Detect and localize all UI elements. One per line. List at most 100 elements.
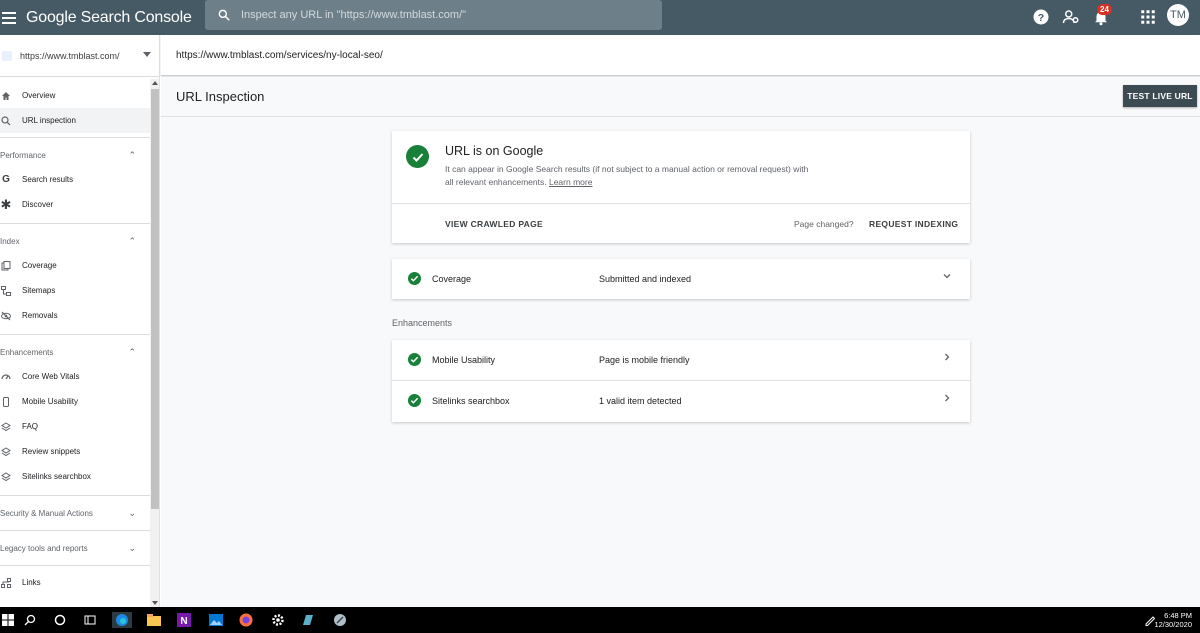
sidebar-scrollbar[interactable] [150, 79, 159, 607]
status-card-actions: VIEW CRAWLED PAGE Page changed? REQUEST … [392, 203, 970, 243]
apps-grid-icon[interactable] [1139, 8, 1157, 26]
sidebar-item-label: URL inspection [22, 116, 76, 125]
status-title: URL is on Google [445, 144, 544, 158]
enhancement-value: 1 valid item detected [599, 396, 682, 406]
links-icon [1, 577, 11, 588]
layers-icon [1, 421, 11, 432]
sidebar-item-mobile-usability[interactable]: Mobile Usability [0, 389, 150, 414]
sitemap-icon [1, 285, 11, 296]
sidebar-item-removals[interactable]: Removals [0, 303, 150, 328]
enhancement-row-mobile-usability[interactable]: Mobile Usability Page is mobile friendly [392, 340, 970, 380]
check-circle-icon [408, 353, 421, 366]
file-explorer-icon[interactable] [146, 612, 162, 628]
clock-date: 12/30/2020 [1154, 620, 1192, 629]
cortana-icon[interactable] [52, 612, 68, 628]
snipping-tool-icon[interactable] [332, 612, 348, 628]
scroll-down-icon[interactable] [152, 601, 158, 605]
chevron-down-icon[interactable] [942, 271, 952, 284]
sidebar-item-label: Overview [22, 91, 56, 100]
section-title: Legacy tools and reports [0, 543, 88, 553]
property-selector[interactable]: https://www.tmblast.com/ [0, 35, 159, 77]
check-circle-icon [408, 394, 421, 407]
manage-users-icon[interactable] [1062, 8, 1080, 26]
scrollbar-thumb[interactable] [151, 89, 159, 509]
layers-icon [1, 471, 11, 482]
sidebar-item-label: Review snippets [22, 447, 81, 456]
sidebar-item-label: FAQ [22, 422, 39, 431]
sidebar-item-label: Sitelinks searchbox [22, 472, 91, 481]
view-crawled-page-button[interactable]: VIEW CRAWLED PAGE [445, 219, 543, 229]
enhancement-value: Page is mobile friendly [599, 355, 690, 365]
sidebar-item-discover[interactable]: ✱ Discover [0, 192, 150, 217]
section-title: Index [0, 236, 20, 246]
enhancements-heading: Enhancements [392, 318, 453, 328]
sidebar-item-label: Links [22, 578, 41, 587]
sidebar-item-search-results[interactable]: G Search results [0, 167, 150, 192]
sidebar-item-links[interactable]: Links [0, 570, 150, 595]
coverage-row[interactable]: Coverage Submitted and indexed [392, 259, 970, 299]
enhancement-label: Mobile Usability [432, 355, 496, 365]
url-inspect-search[interactable] [205, 0, 662, 30]
learn-more-link[interactable]: Learn more [549, 177, 592, 187]
photos-icon[interactable] [208, 612, 224, 628]
windows-start-icon[interactable] [0, 612, 16, 628]
section-legacy-tools[interactable]: Legacy tools and reports ⌄ [0, 530, 150, 565]
sidebar-item-sitelinks-searchbox[interactable]: Sitelinks searchbox [0, 464, 150, 489]
enhancements-card: Mobile Usability Page is mobile friendly… [392, 340, 970, 422]
taskbar-clock[interactable]: 6:48 PM 12/30/2020 [1154, 611, 1192, 629]
enhancement-row-sitelinks-searchbox[interactable]: Sitelinks searchbox 1 valid item detecte… [392, 381, 970, 421]
scroll-up-icon[interactable] [152, 81, 158, 85]
app-title[interactable]: Google Search Console [26, 9, 192, 27]
account-avatar[interactable]: TM [1167, 4, 1189, 26]
dropdown-caret-icon [143, 52, 151, 57]
sidebar-item-faq[interactable]: FAQ [0, 414, 150, 439]
settings-gear-icon[interactable] [270, 612, 286, 628]
edge-browser-icon[interactable] [112, 612, 132, 628]
sidebar-item-core-web-vitals[interactable]: Core Web Vitals [0, 364, 150, 389]
pages-icon [1, 260, 11, 271]
search-input[interactable] [241, 9, 641, 21]
svg-text:N: N [180, 616, 187, 627]
enhancement-label: Sitelinks searchbox [432, 396, 510, 406]
top-app-bar: Google Search Console ? 24 TM [0, 0, 1200, 35]
test-live-url-button[interactable]: TEST LIVE URL [1123, 85, 1197, 107]
section-title: Security & Manual Actions [0, 508, 93, 518]
help-icon[interactable]: ? [1032, 8, 1050, 26]
page-title: URL Inspection [176, 89, 265, 104]
sidebar-item-label: Core Web Vitals [22, 372, 80, 381]
section-security-manual-actions[interactable]: Security & Manual Actions ⌄ [0, 495, 150, 530]
menu-icon[interactable] [2, 8, 16, 28]
sidebar-item-coverage[interactable]: Coverage [0, 253, 150, 278]
notes-app-icon[interactable] [300, 612, 316, 628]
google-g-icon: G [2, 174, 10, 185]
gauge-icon [1, 372, 11, 382]
property-icon [2, 50, 12, 61]
sidebar-item-review-snippets[interactable]: Review snippets [0, 439, 150, 464]
url-status-card: URL is on Google It can appear in Google… [392, 131, 970, 243]
property-url: https://www.tmblast.com/ [20, 50, 120, 61]
request-indexing-button[interactable]: REQUEST INDEXING [869, 219, 958, 229]
sidebar-item-label: Sitemaps [22, 286, 56, 295]
sidebar-item-url-inspection[interactable]: URL inspection [0, 108, 150, 133]
clock-time: 6:48 PM [1164, 611, 1192, 620]
sidebar: https://www.tmblast.com/ Overview URL in… [0, 35, 160, 607]
section-title: Enhancements [0, 347, 54, 357]
sidebar-item-label: Discover [22, 200, 54, 209]
task-view-icon[interactable] [82, 612, 98, 628]
page-header: URL Inspection TEST LIVE URL [161, 77, 1200, 117]
taskbar-search-icon[interactable] [22, 612, 38, 628]
search-icon [1, 115, 11, 126]
status-description-text: It can appear in Google Search results (… [445, 164, 809, 187]
sidebar-item-sitemaps[interactable]: Sitemaps [0, 278, 150, 303]
firefox-icon[interactable] [238, 612, 254, 628]
sidebar-item-overview[interactable]: Overview [0, 83, 150, 108]
phone-icon [1, 396, 11, 407]
layers-icon [1, 446, 11, 457]
coverage-card[interactable]: Coverage Submitted and indexed [392, 259, 970, 299]
onenote-icon[interactable]: N [176, 612, 192, 628]
section-title: Performance [0, 150, 46, 160]
sidebar-item-label: Search results [22, 175, 74, 184]
inspected-url-bar: https://www.tmblast.com/services/ny-loca… [161, 35, 1200, 76]
chevron-right-icon[interactable] [942, 393, 952, 406]
chevron-right-icon[interactable] [942, 352, 952, 365]
